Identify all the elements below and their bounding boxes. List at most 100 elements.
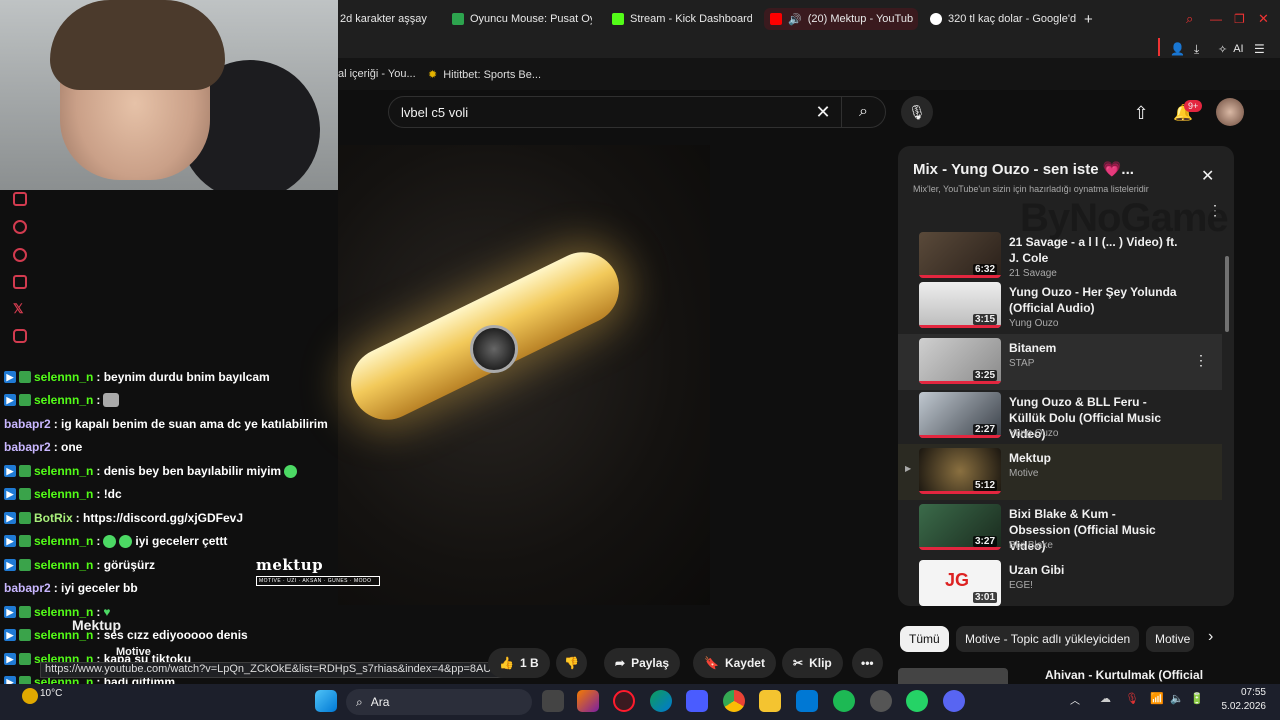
upload-icon[interactable]: ⇧: [1128, 100, 1154, 126]
video-thumbnail[interactable]: 2:27: [919, 392, 1001, 438]
playlist-item[interactable]: 3:15 Yung Ouzo - Her Şey Yolunda (Offici…: [898, 278, 1222, 334]
playlist-item[interactable]: 2:27 Yung Ouzo & BLL Feru - Küllük Dolu …: [898, 388, 1222, 444]
chat-username[interactable]: selennn_n: [34, 464, 93, 478]
instagram-icon[interactable]: [13, 275, 27, 289]
chat-username[interactable]: babapr2: [4, 440, 51, 454]
playlist-item-title: Uzan Gibi: [1009, 563, 1065, 577]
whatsapp-taskbar-icon[interactable]: [906, 690, 928, 712]
playlist-item[interactable]: 3:25 Bitanem STAP ⋮: [898, 334, 1222, 390]
account-icon[interactable]: 👤: [1170, 38, 1185, 60]
playlist-item-current[interactable]: ▶ 5:12 Mektup Motive: [898, 444, 1222, 500]
chat-username[interactable]: selennn_n: [34, 370, 93, 384]
dislike-button[interactable]: 👎: [556, 648, 587, 678]
video-thumbnail[interactable]: 3:15: [919, 282, 1001, 328]
spotify-icon[interactable]: [833, 690, 855, 712]
share-button[interactable]: ➦ Paylaş: [604, 648, 681, 678]
start-icon[interactable]: [315, 690, 337, 712]
store-icon[interactable]: [686, 690, 708, 712]
search-input[interactable]: lvbel c5 voli: [401, 105, 805, 120]
chat-username[interactable]: babapr2: [4, 581, 51, 595]
chevron-right-icon[interactable]: ›: [1208, 628, 1213, 646]
discord-icon[interactable]: [13, 329, 27, 343]
tab-2[interactable]: Oyuncu Mouse: Pusat Oy: [452, 8, 592, 30]
ai-button[interactable]: ✧ AI: [1218, 38, 1244, 60]
tab-3[interactable]: Stream - Kick Dashboard: [612, 8, 752, 30]
maximize-button[interactable]: ❐: [1234, 8, 1245, 30]
folder-icon[interactable]: [759, 690, 781, 712]
bookmark-1[interactable]: al içeriği - You...: [338, 68, 416, 80]
close-window-button[interactable]: ✕: [1258, 8, 1269, 30]
dislike-icon: 👎: [564, 656, 579, 670]
chat-username[interactable]: selennn_n: [34, 393, 93, 407]
chip-motive[interactable]: Motive: [1146, 626, 1194, 652]
tab-4-active[interactable]: 🔊 (20) Mektup - YouTub: [764, 8, 918, 30]
chat-username[interactable]: BotRix: [34, 511, 73, 525]
next-video-thumbnail[interactable]: [898, 668, 1008, 684]
chat-username[interactable]: selennn_n: [34, 487, 93, 501]
whatsapp-icon[interactable]: [13, 248, 27, 262]
chip-uploader[interactable]: Motive - Topic adlı yükleyiciden: [956, 626, 1140, 652]
task-view-icon[interactable]: [542, 690, 564, 712]
bookmark-2[interactable]: ✹ Hititbet: Sports Be...: [428, 68, 541, 82]
chat-message: ▶ selennn_n: denis bey ben bayılabilir mi…: [4, 464, 298, 478]
video-thumbnail[interactable]: 5:12: [919, 448, 1001, 494]
x-icon[interactable]: 𝕏: [13, 302, 27, 316]
playlist-item[interactable]: 3:27 Bixi Blake & Kum - Obsession (Offic…: [898, 500, 1222, 556]
clear-icon[interactable]: ✕: [805, 102, 841, 123]
download-icon[interactable]: ⤓: [1194, 38, 1199, 60]
edge-icon[interactable]: [650, 690, 672, 712]
copilot-icon[interactable]: [577, 690, 599, 712]
taskbar-search[interactable]: ⌕ Ara: [346, 689, 532, 715]
tab-1[interactable]: 2d karakter aşşay: [340, 8, 435, 30]
volume-icon[interactable]: 🔈: [1170, 692, 1184, 705]
chrome-icon[interactable]: [723, 690, 745, 712]
chat-message: ▶ BotRix: https://discord.gg/xjGDFevJ: [4, 511, 243, 525]
chip-all[interactable]: Tümü: [900, 626, 949, 652]
new-tab-button[interactable]: +: [1084, 8, 1100, 30]
next-video-title[interactable]: Ahivan - Kurtulmak (Official: [1045, 668, 1203, 682]
save-button[interactable]: 🔖 Kaydet: [693, 648, 776, 678]
video-thumbnail[interactable]: JG 3:01: [919, 560, 1001, 606]
twitch-icon[interactable]: [13, 192, 27, 206]
chat-username[interactable]: selennn_n: [34, 558, 93, 572]
taskbar-search-placeholder: Ara: [370, 695, 390, 709]
mail-icon[interactable]: [796, 690, 818, 712]
avatar[interactable]: [1216, 98, 1244, 126]
playlist-item-channel: Motive: [1009, 468, 1039, 479]
video-thumbnail[interactable]: 6:32: [919, 232, 1001, 278]
playlist-item[interactable]: JG 3:01 Uzan Gibi EGE!: [898, 556, 1222, 606]
search-tabs-icon[interactable]: ⌕: [1186, 8, 1193, 30]
clip-button[interactable]: ✂ Klip: [782, 648, 843, 678]
like-button[interactable]: 👍 1 B: [488, 648, 550, 678]
item-more-icon[interactable]: ⋮: [1194, 352, 1208, 369]
search-bar[interactable]: lvbel c5 voli ✕ ⌕: [388, 96, 886, 128]
messenger-icon[interactable]: [13, 220, 27, 234]
video-thumbnail[interactable]: 3:25: [919, 338, 1001, 384]
playlist-title[interactable]: Mix - Yung Ouzo - sen iste 💗...: [913, 160, 1134, 178]
playlist-scrollbar[interactable]: [1225, 256, 1229, 332]
close-playlist-icon[interactable]: ✕: [1201, 166, 1214, 186]
speaker-icon: 🔊: [788, 13, 802, 26]
more-icon: •••: [861, 656, 874, 670]
menu-icon[interactable]: ☰: [1254, 38, 1265, 60]
search-icon[interactable]: ⌕: [841, 97, 885, 127]
mic-tray-icon[interactable]: 🎙: [1125, 692, 1139, 705]
opera-gx-icon[interactable]: [613, 690, 635, 712]
battery-icon[interactable]: 🔋: [1190, 692, 1204, 705]
tray-icon[interactable]: ☁: [1100, 692, 1111, 705]
wifi-icon[interactable]: 📶: [1150, 692, 1164, 705]
chat-text[interactable]: : https://discord.gg/xjGDFevJ: [76, 511, 243, 525]
steam-icon[interactable]: [870, 690, 892, 712]
minimize-button[interactable]: —: [1210, 8, 1222, 30]
chevron-up-icon[interactable]: ︿: [1070, 692, 1080, 707]
chat-username[interactable]: babapr2: [4, 417, 51, 431]
chat-text: :: [96, 534, 101, 548]
system-clock[interactable]: 07:55 5.02.2026: [1222, 686, 1267, 714]
tab-5[interactable]: 320 tl kaç dolar - Google'd: [930, 8, 1078, 30]
more-actions-button[interactable]: •••: [852, 648, 883, 678]
discord-taskbar-icon[interactable]: [943, 690, 965, 712]
video-thumbnail[interactable]: 3:27: [919, 504, 1001, 550]
mic-icon[interactable]: 🎙: [901, 96, 933, 128]
chat-username[interactable]: selennn_n: [34, 534, 93, 548]
playlist-item-channel: STAP: [1009, 358, 1035, 369]
